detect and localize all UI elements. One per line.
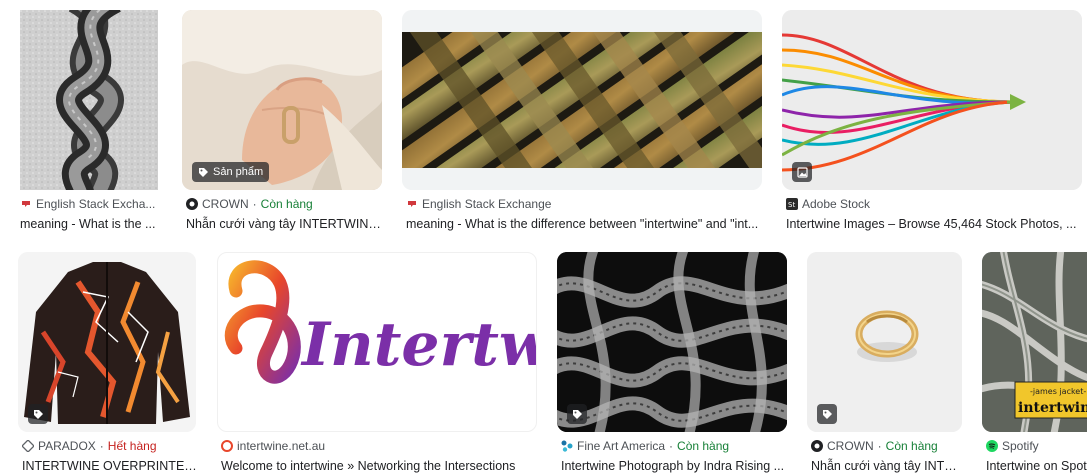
- result-title-5[interactable]: INTERTWINE OVERPRINTED ...: [22, 457, 198, 475]
- stock-status: Còn hàng: [260, 197, 313, 211]
- paradox-icon: [22, 439, 35, 453]
- sign-big-text: intertwin: [1018, 400, 1087, 416]
- result-title-3[interactable]: meaning - What is the difference between…: [406, 215, 762, 233]
- result-card-4[interactable]: St Adobe Stock Intertwine Images – Brows…: [782, 10, 1087, 242]
- result-title-1[interactable]: meaning - What is the ...: [20, 215, 160, 233]
- result-title-2[interactable]: Nhẫn cưới vàng tây INTERTWINE ...: [186, 215, 382, 233]
- adobe-stock-icon: St: [786, 198, 798, 210]
- result-card-2[interactable]: Sản phẩm CROWN · Còn hàng Nhẫn cưới vàng…: [182, 10, 382, 242]
- result-card-5[interactable]: PARADOX · Hết hàng INTERTWINE OVERPRINTE…: [18, 252, 198, 475]
- result-image-4[interactable]: [782, 10, 1082, 190]
- result-title-9[interactable]: Intertwine on Spot: [986, 457, 1087, 475]
- result-source-1[interactable]: English Stack Excha...: [20, 196, 160, 212]
- result-image-1[interactable]: [20, 10, 158, 190]
- result-title-7[interactable]: Intertwine Photograph by Indra Rising ..…: [561, 457, 787, 475]
- tag-icon: [567, 404, 587, 424]
- crown-icon: [811, 440, 823, 452]
- result-image-5[interactable]: [18, 252, 196, 432]
- tag-icon: [199, 167, 208, 177]
- result-card-9[interactable]: -james jacket- intertwin Spotify Intertw…: [982, 252, 1087, 475]
- result-card-8[interactable]: CROWN · Còn hàng Nhẫn cưới vàng tây INTE…: [807, 252, 963, 475]
- stock-status: Hết hàng: [107, 439, 157, 453]
- image-icon: [792, 162, 812, 182]
- result-source-6[interactable]: intertwine.net.au: [221, 438, 537, 454]
- stackexchange-icon: [406, 198, 418, 210]
- intertwine-logo-text: Intertwine: [300, 310, 537, 380]
- result-source-9[interactable]: Spotify: [986, 438, 1087, 454]
- result-card-6[interactable]: Intertwine intertwine.net.au Welcome to …: [217, 252, 537, 475]
- intertwine-icon: [221, 440, 233, 452]
- result-card-7[interactable]: Fine Art America · Còn hàng Intertwine P…: [557, 252, 787, 475]
- stackexchange-icon: [20, 198, 32, 210]
- svg-text:St: St: [788, 201, 795, 209]
- spotify-icon: [986, 440, 998, 452]
- result-image-3[interactable]: [402, 10, 762, 190]
- result-title-8[interactable]: Nhẫn cưới vàng tây INTE...: [811, 457, 963, 475]
- tag-icon: [28, 404, 48, 424]
- stock-status: Còn hàng: [885, 439, 938, 453]
- tag-icon: [817, 404, 837, 424]
- result-source-7[interactable]: Fine Art America · Còn hàng: [561, 438, 787, 454]
- crown-icon: [186, 198, 198, 210]
- result-image-9[interactable]: -james jacket- intertwin: [982, 252, 1087, 432]
- result-card-3[interactable]: English Stack Exchange meaning - What is…: [402, 10, 762, 242]
- stock-status: Còn hàng: [677, 439, 730, 453]
- result-source-5[interactable]: PARADOX · Hết hàng: [22, 438, 198, 454]
- result-title-4[interactable]: Intertwine Images – Browse 45,464 Stock …: [786, 215, 1086, 233]
- product-badge: Sản phẩm: [192, 162, 270, 182]
- sign-small-text: -james jacket-: [1030, 387, 1086, 396]
- result-source-8[interactable]: CROWN · Còn hàng: [811, 438, 963, 454]
- result-title-6[interactable]: Welcome to intertwine » Networking the I…: [221, 457, 537, 475]
- result-card-1[interactable]: English Stack Excha... meaning - What is…: [20, 10, 160, 242]
- result-source-2[interactable]: CROWN · Còn hàng: [186, 196, 382, 212]
- result-image-7[interactable]: [557, 252, 787, 432]
- result-image-8[interactable]: [807, 252, 962, 432]
- result-image-2[interactable]: Sản phẩm: [182, 10, 382, 190]
- fineart-icon: [561, 440, 573, 452]
- result-image-6[interactable]: Intertwine: [217, 252, 537, 432]
- result-source-4[interactable]: St Adobe Stock: [786, 196, 1086, 212]
- result-source-3[interactable]: English Stack Exchange: [406, 196, 762, 212]
